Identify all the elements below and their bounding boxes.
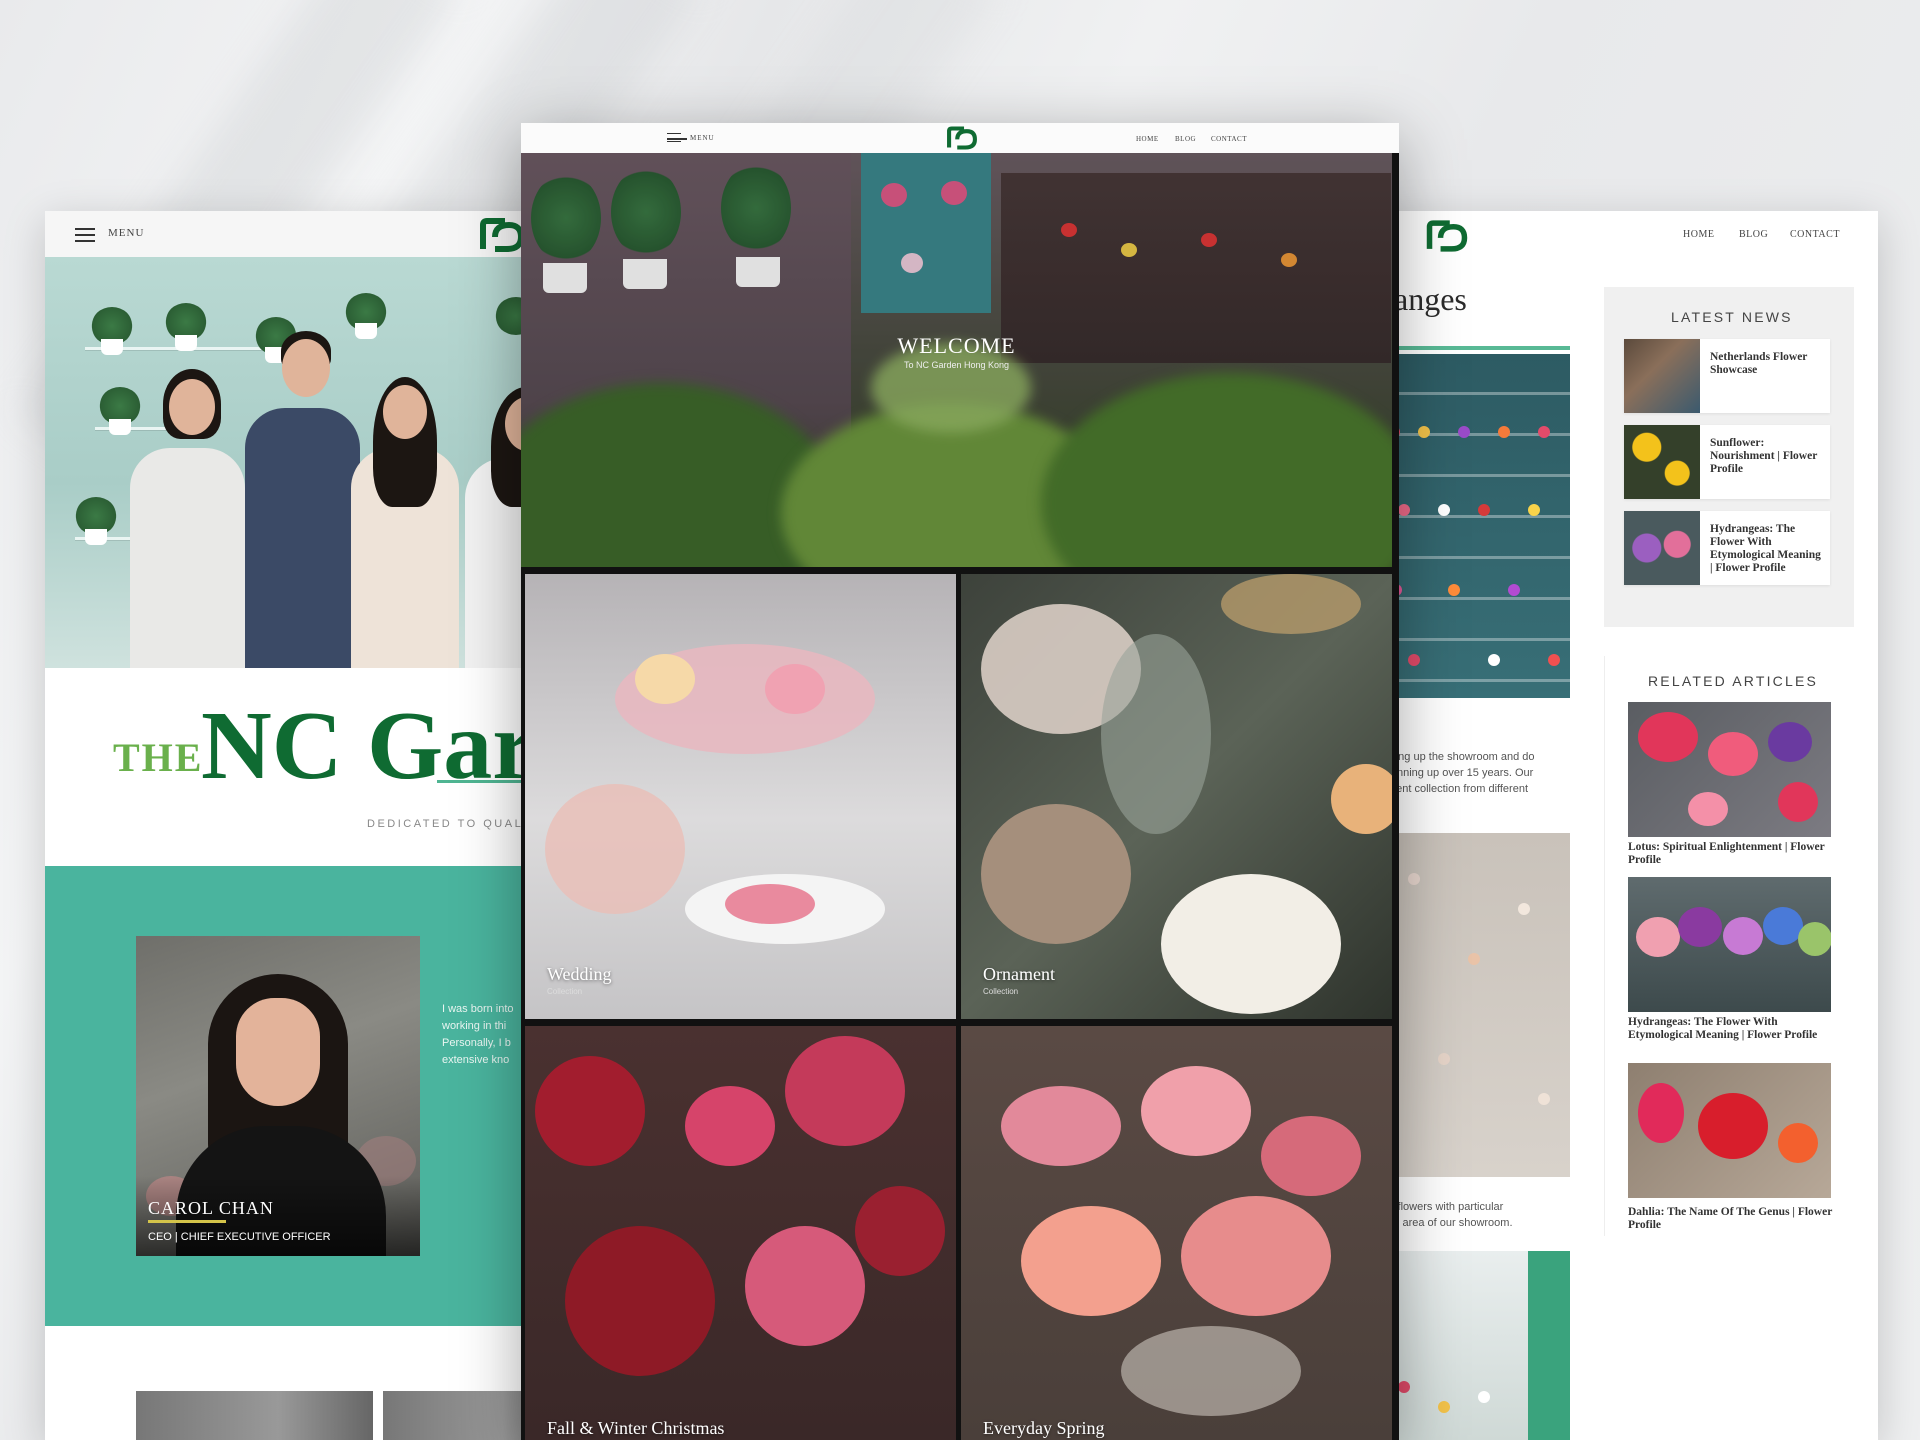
related-article-image[interactable]	[1628, 877, 1831, 1012]
nc-garden-logo[interactable]	[477, 217, 527, 253]
sidebar-divider	[1604, 656, 1605, 1236]
showroom-wall-image	[1378, 354, 1570, 698]
team-member	[130, 448, 245, 668]
hero-title: WELCOME	[897, 333, 1016, 358]
ceo-name: CAROL CHAN	[148, 1198, 274, 1218]
ceo-portrait: CAROL CHAN CEO | CHIEF EXECUTIVE OFFICER	[136, 936, 420, 1256]
article-paragraph-1: setting up the showroom and do n running…	[1378, 751, 1535, 795]
team-member	[245, 408, 360, 668]
latest-news-heading: LATEST NEWS	[1671, 309, 1793, 325]
hero-banner: WELCOME To NC Garden Hong Kong	[521, 153, 1392, 567]
ceo-section: CAROL CHAN CEO | CHIEF EXECUTIVE OFFICER…	[45, 866, 565, 1326]
news-title[interactable]: Sunflower: Nourishment | Flower Profile	[1710, 437, 1826, 476]
hanging-flowers-image	[1378, 833, 1570, 1177]
about-page-screenshot: MENU THE NC Garden DEDICATED T	[45, 211, 565, 1440]
menu-label[interactable]: MENU	[690, 134, 715, 142]
team-photo	[45, 257, 565, 668]
article-paragraph-2: cial flowers with particular t the area …	[1378, 1201, 1513, 1229]
latest-news-panel: LATEST NEWS Netherlands Flower Showcase …	[1604, 287, 1854, 627]
hero-subtitle: To NC Garden Hong Kong	[903, 360, 1010, 370]
left-top-bar: MENU	[45, 211, 565, 257]
related-article-image[interactable]	[1628, 702, 1831, 837]
related-article-image[interactable]	[1628, 1063, 1831, 1198]
collection-title[interactable]: Wedding	[547, 964, 612, 985]
nav-home[interactable]: HOME	[1136, 135, 1159, 143]
news-thumbnail	[1624, 511, 1700, 585]
collection-tile-everyday-spring[interactable]: Everyday Spring	[961, 1026, 1392, 1440]
center-top-bar: MENU HOME BLOG CONTACT	[521, 123, 1399, 153]
related-article-title[interactable]: Hydrangeas: The Flower With Etymological…	[1628, 1016, 1838, 1042]
collection-subtitle: Collection	[547, 987, 583, 996]
news-item[interactable]: Sunflower: Nourishment | Flower Profile	[1624, 425, 1830, 499]
menu-label[interactable]: MENU	[108, 227, 144, 239]
news-title[interactable]: Netherlands Flower Showcase	[1710, 351, 1826, 377]
nav-blog[interactable]: BLOG	[1739, 229, 1768, 240]
collection-subtitle: Collection	[983, 987, 1019, 996]
nav-contact[interactable]: CONTACT	[1790, 229, 1840, 240]
heading-underline	[1378, 346, 1570, 350]
collection-title[interactable]: Fall & Winter Christmas	[547, 1418, 724, 1439]
collection-tile-wedding[interactable]: Wedding Collection	[525, 574, 956, 1019]
nav-home[interactable]: HOME	[1683, 229, 1714, 240]
blog-article-screenshot: HOME BLOG CONTACT hanges setting up the …	[1378, 211, 1878, 1440]
gallery-thumbnail[interactable]	[136, 1391, 373, 1440]
collection-title[interactable]: Ornament	[983, 964, 1055, 985]
news-thumbnail	[1624, 425, 1700, 499]
news-item[interactable]: Hydrangeas: The Flower With Etymological…	[1624, 511, 1830, 585]
related-articles-heading: RELATED ARTICLES	[1648, 673, 1819, 689]
news-item[interactable]: Netherlands Flower Showcase	[1624, 339, 1830, 413]
news-title[interactable]: Hydrangeas: The Flower With Etymological…	[1710, 523, 1826, 575]
title-the: THE	[113, 735, 204, 780]
nc-garden-logo[interactable]	[1424, 219, 1470, 253]
nav-contact[interactable]: CONTACT	[1211, 135, 1247, 143]
nav-blog[interactable]: BLOG	[1175, 135, 1196, 143]
company-title: NC Garden	[201, 692, 565, 800]
company-title-section: THE NC Garden DEDICATED TO QUALITY	[45, 668, 565, 868]
news-thumbnail	[1624, 339, 1700, 413]
related-article-title[interactable]: Dahlia: The Name Of The Genus | Flower P…	[1628, 1206, 1838, 1232]
showroom-interior-image	[1378, 1251, 1570, 1440]
nc-garden-logo[interactable]	[945, 125, 979, 151]
hamburger-icon[interactable]	[75, 228, 95, 242]
ceo-name-underline	[148, 1220, 226, 1223]
homepage-screenshot: MENU HOME BLOG CONTACT WELCOME To NC Gar…	[521, 123, 1399, 1440]
collection-title[interactable]: Everyday Spring	[983, 1418, 1104, 1439]
collection-tile-ornament[interactable]: Ornament Collection	[961, 574, 1392, 1019]
related-article-title[interactable]: Lotus: Spiritual Enlightenment | Flower …	[1628, 841, 1838, 867]
ceo-role: CEO | CHIEF EXECUTIVE OFFICER	[148, 1231, 331, 1243]
hamburger-icon[interactable]	[667, 133, 687, 142]
collection-tile-fall-winter[interactable]: Fall & Winter Christmas	[525, 1026, 956, 1440]
